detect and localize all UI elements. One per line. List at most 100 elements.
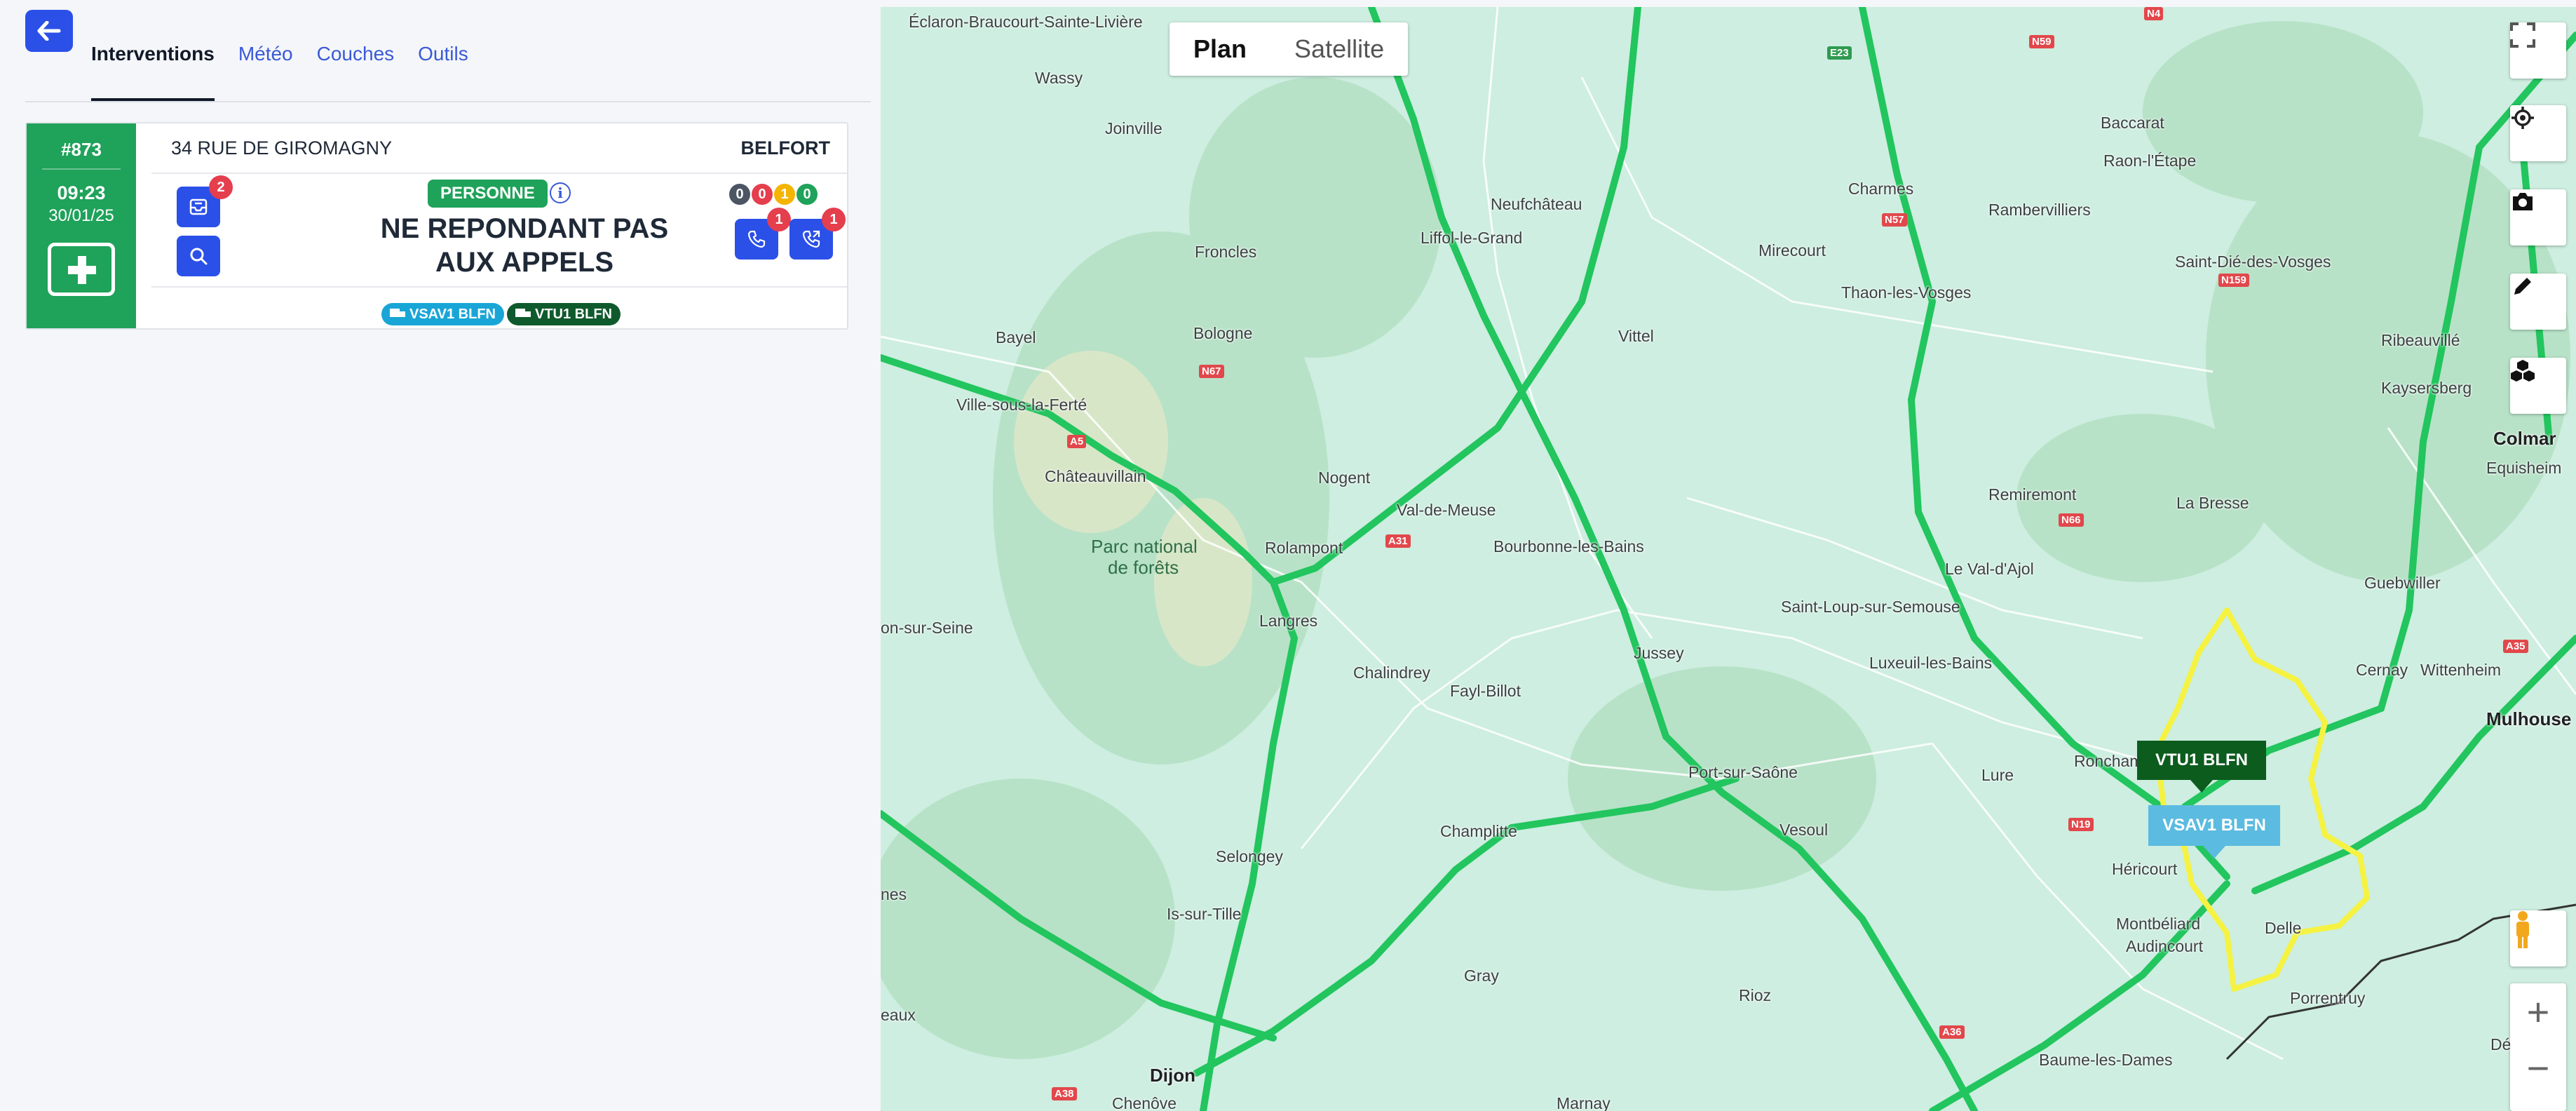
place-label: Éclaron-Braucourt-Sainte-Livière xyxy=(909,13,1143,31)
truck-icon xyxy=(390,309,405,320)
road-shield: N19 xyxy=(2068,818,2094,831)
intervention-title-line1: NE REPONDANT PAS xyxy=(380,213,669,244)
place-label: eaux xyxy=(881,1006,916,1024)
search-button[interactable] xyxy=(177,236,220,276)
road-shield: N57 xyxy=(1882,213,1907,227)
place-label: Rioz xyxy=(1739,986,1772,1004)
place-label: Gray xyxy=(1464,967,1499,985)
place-label: Raon-l'Étape xyxy=(2103,152,2197,170)
place-label: Selongey xyxy=(1216,847,1283,866)
place-label: Val-de-Meuse xyxy=(1397,501,1496,519)
road-shield: A38 xyxy=(1052,1087,1077,1100)
vehicle-marker-vsav[interactable]: VSAV1 BLFN xyxy=(2148,805,2280,858)
road-shield: N159 xyxy=(2218,274,2249,287)
place-label: Dijon xyxy=(1150,1065,1195,1086)
info-icon[interactable]: i xyxy=(550,182,571,203)
place-label: Marnay xyxy=(1557,1094,1611,1111)
tab-bar: Interventions Météo Couches Outils xyxy=(91,7,468,101)
road-shield: N59 xyxy=(2029,35,2054,48)
map-view[interactable]: Éclaron-Braucourt-Sainte-Livière Wassy J… xyxy=(881,7,2576,1111)
vehicle-chip-label: VTU1 BLFN xyxy=(534,306,612,322)
back-button[interactable] xyxy=(25,10,73,52)
tab-outils[interactable]: Outils xyxy=(418,7,468,101)
place-label: Lure xyxy=(1981,766,2014,784)
counter-red: 0 xyxy=(750,182,774,206)
place-label: Wassy xyxy=(1035,69,1083,87)
place-label: Ribeauvillé xyxy=(2381,331,2460,349)
place-label: Kaysersberg xyxy=(2381,379,2472,397)
place-label: Chalindrey xyxy=(1353,664,1430,682)
intervention-time: 09:23 xyxy=(57,182,106,203)
vehicle-chip-vsav[interactable]: VSAV1 BLFN xyxy=(381,303,504,325)
screenshot-button[interactable] xyxy=(2510,189,2566,245)
app-root: Interventions Météo Couches Outils #873 … xyxy=(0,0,2576,1111)
phone-icon xyxy=(747,230,766,248)
place-label: Bayel xyxy=(996,328,1036,346)
call-button-1[interactable]: 1 xyxy=(735,208,791,260)
street-view-button[interactable] xyxy=(2510,910,2566,967)
intervention-title-line2: AUX APPELS xyxy=(435,247,614,278)
zoom-out-button[interactable]: − xyxy=(2510,1039,2566,1096)
place-label: Wittenheim xyxy=(2420,661,2502,679)
place-label: Audincourt xyxy=(2126,937,2203,955)
tab-meteo[interactable]: Météo xyxy=(238,7,293,101)
place-label: Is-sur-Tille xyxy=(1167,905,1242,923)
counter-green: 0 xyxy=(795,182,819,206)
road-shield: A36 xyxy=(1939,1025,1965,1039)
tab-couches[interactable]: Couches xyxy=(317,7,395,101)
layers-button[interactable] xyxy=(2510,358,2566,414)
camera-icon xyxy=(2513,193,2533,210)
place-label: Saint-Loup-sur-Semouse xyxy=(1781,598,1960,616)
intervention-id: #873 xyxy=(61,139,102,160)
fullscreen-icon xyxy=(2510,22,2535,48)
place-label: Vesoul xyxy=(1780,821,1829,839)
road-shield: N4 xyxy=(2144,7,2164,20)
phone-outgoing-icon xyxy=(802,230,820,248)
documents-count-badge: 2 xyxy=(209,175,233,199)
map-type-plan[interactable]: Plan xyxy=(1170,22,1270,76)
pencil-icon xyxy=(2514,278,2531,295)
card-divider xyxy=(151,173,847,174)
place-label: Langres xyxy=(1259,612,1318,630)
park-label: Parc national xyxy=(1091,536,1198,557)
place-label: Saint-Dié-des-Vosges xyxy=(2175,252,2331,271)
place-label: Bologne xyxy=(1193,324,1253,342)
place-label: Fayl-Billot xyxy=(1450,682,1521,700)
fullscreen-button[interactable] xyxy=(2510,22,2566,79)
call-button-2[interactable]: 1 xyxy=(789,208,846,260)
intervention-title: NE REPONDANT PAS AUX APPELS xyxy=(321,212,728,279)
card-divider-bottom xyxy=(151,286,847,288)
place-label: Equisheim xyxy=(2486,459,2562,477)
map-type-satellite[interactable]: Satellite xyxy=(1270,22,1408,76)
tabs-divider xyxy=(25,101,871,102)
road-shield: E23 xyxy=(1827,46,1852,60)
documents-button[interactable]: 2 xyxy=(177,175,233,227)
intervention-card[interactable]: #873 09:23 30/01/25 34 RUE DE GIROMAGNY … xyxy=(25,122,848,330)
zoom-in-button[interactable]: + xyxy=(2510,983,2566,1039)
place-label: Remiremont xyxy=(1988,485,2077,504)
tab-interventions[interactable]: Interventions xyxy=(91,7,215,101)
summary-separator xyxy=(42,168,121,170)
place-label: Charmes xyxy=(1848,180,1914,198)
place-label: Cernay xyxy=(2356,661,2408,679)
vehicle-marker-vtu[interactable]: VTU1 BLFN xyxy=(2137,741,2266,793)
place-label: Champlitte xyxy=(1440,822,1517,840)
intervention-summary: #873 09:23 30/01/25 xyxy=(27,123,136,328)
place-label: Baccarat xyxy=(2101,114,2164,132)
intervention-date: 30/01/25 xyxy=(48,206,114,225)
place-label: Froncles xyxy=(1195,243,1257,261)
place-label: Liffol-le-Grand xyxy=(1421,229,1523,247)
place-label: Port-sur-Saône xyxy=(1688,763,1798,781)
locate-button[interactable] xyxy=(2510,105,2566,161)
vehicle-chip-vtu[interactable]: VTU1 BLFN xyxy=(506,303,621,325)
place-label: Guebwiller xyxy=(2364,574,2441,592)
place-label: Rolampont xyxy=(1265,539,1343,557)
road-shield: N66 xyxy=(2059,513,2084,527)
place-label: Ville-sous-la-Ferté xyxy=(956,396,1087,414)
map-type-toggle: Plan Satellite xyxy=(1170,22,1409,76)
place-label: Châteauvillain xyxy=(1045,467,1146,485)
vehicle-chip-label: VSAV1 BLFN xyxy=(409,306,496,322)
draw-button[interactable] xyxy=(2510,274,2566,330)
counter-yellow: 1 xyxy=(773,182,796,206)
place-label: Vittel xyxy=(1618,327,1654,345)
